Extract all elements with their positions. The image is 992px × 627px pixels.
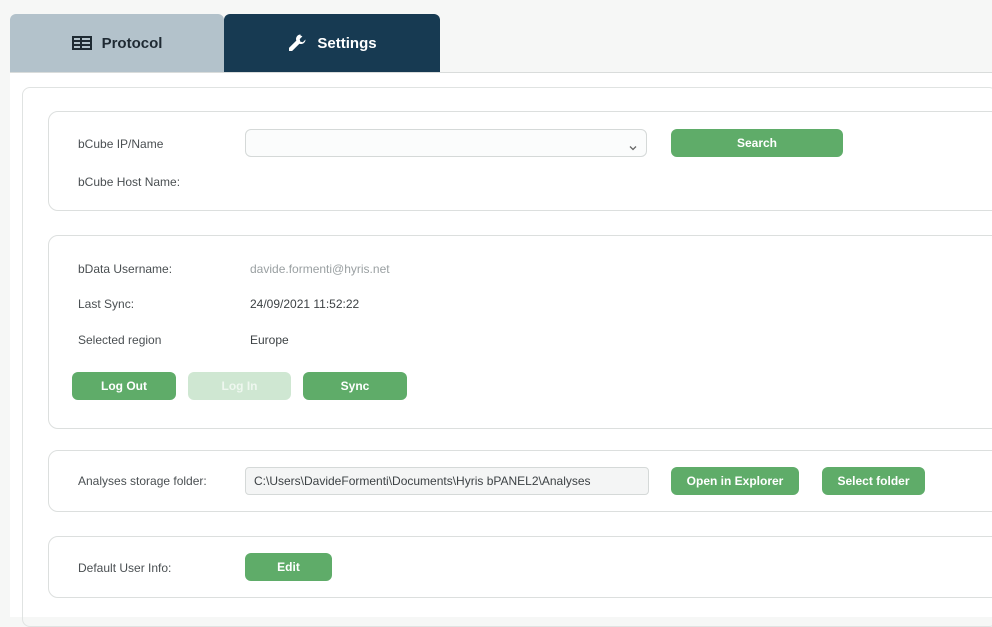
last-sync-value: 24/09/2021 11:52:22 <box>250 297 360 311</box>
bdata-username-label: bData Username: <box>78 262 173 276</box>
last-sync-label: Last Sync: <box>78 297 135 311</box>
tab-protocol[interactable]: Protocol <box>10 14 224 72</box>
bcube-ip-label: bCube IP/Name <box>78 137 164 151</box>
storage-path-field[interactable]: C:\Users\DavideFormenti\Documents\Hyris … <box>245 467 649 495</box>
edit-button[interactable]: Edit <box>245 553 332 581</box>
chevron-down-icon <box>629 139 637 157</box>
default-user-info-label: Default User Info: <box>78 561 172 575</box>
tab-settings-label: Settings <box>317 34 377 52</box>
bcube-panel: bCube IP/Name Search bCube Host Name: <box>48 111 992 211</box>
login-button[interactable]: Log In <box>188 372 291 400</box>
settings-content: bCube IP/Name Search bCube Host Name: bD… <box>10 72 992 627</box>
bcube-ip-select[interactable] <box>245 129 647 157</box>
wrench-icon <box>287 33 307 53</box>
select-folder-button[interactable]: Select folder <box>822 467 925 495</box>
storage-panel: Analyses storage folder: C:\Users\Davide… <box>48 450 992 512</box>
sync-button[interactable]: Sync <box>303 372 407 400</box>
user-info-panel: Default User Info: Edit <box>48 536 992 598</box>
region-value: Europe <box>250 333 289 347</box>
bdata-username-value: davide.formenti@hyris.net <box>250 262 390 276</box>
storage-folder-label: Analyses storage folder: <box>78 474 207 488</box>
bcube-host-label: bCube Host Name: <box>78 175 181 189</box>
search-button[interactable]: Search <box>671 129 843 157</box>
bdata-panel: bData Username: davide.formenti@hyris.ne… <box>48 235 992 429</box>
open-in-explorer-button[interactable]: Open in Explorer <box>671 467 799 495</box>
tab-bar: Protocol Settings <box>10 14 992 72</box>
logout-button[interactable]: Log Out <box>72 372 176 400</box>
table-icon <box>71 36 92 50</box>
region-label: Selected region <box>78 333 162 347</box>
tab-protocol-label: Protocol <box>101 34 163 52</box>
tab-settings[interactable]: Settings <box>224 14 440 72</box>
